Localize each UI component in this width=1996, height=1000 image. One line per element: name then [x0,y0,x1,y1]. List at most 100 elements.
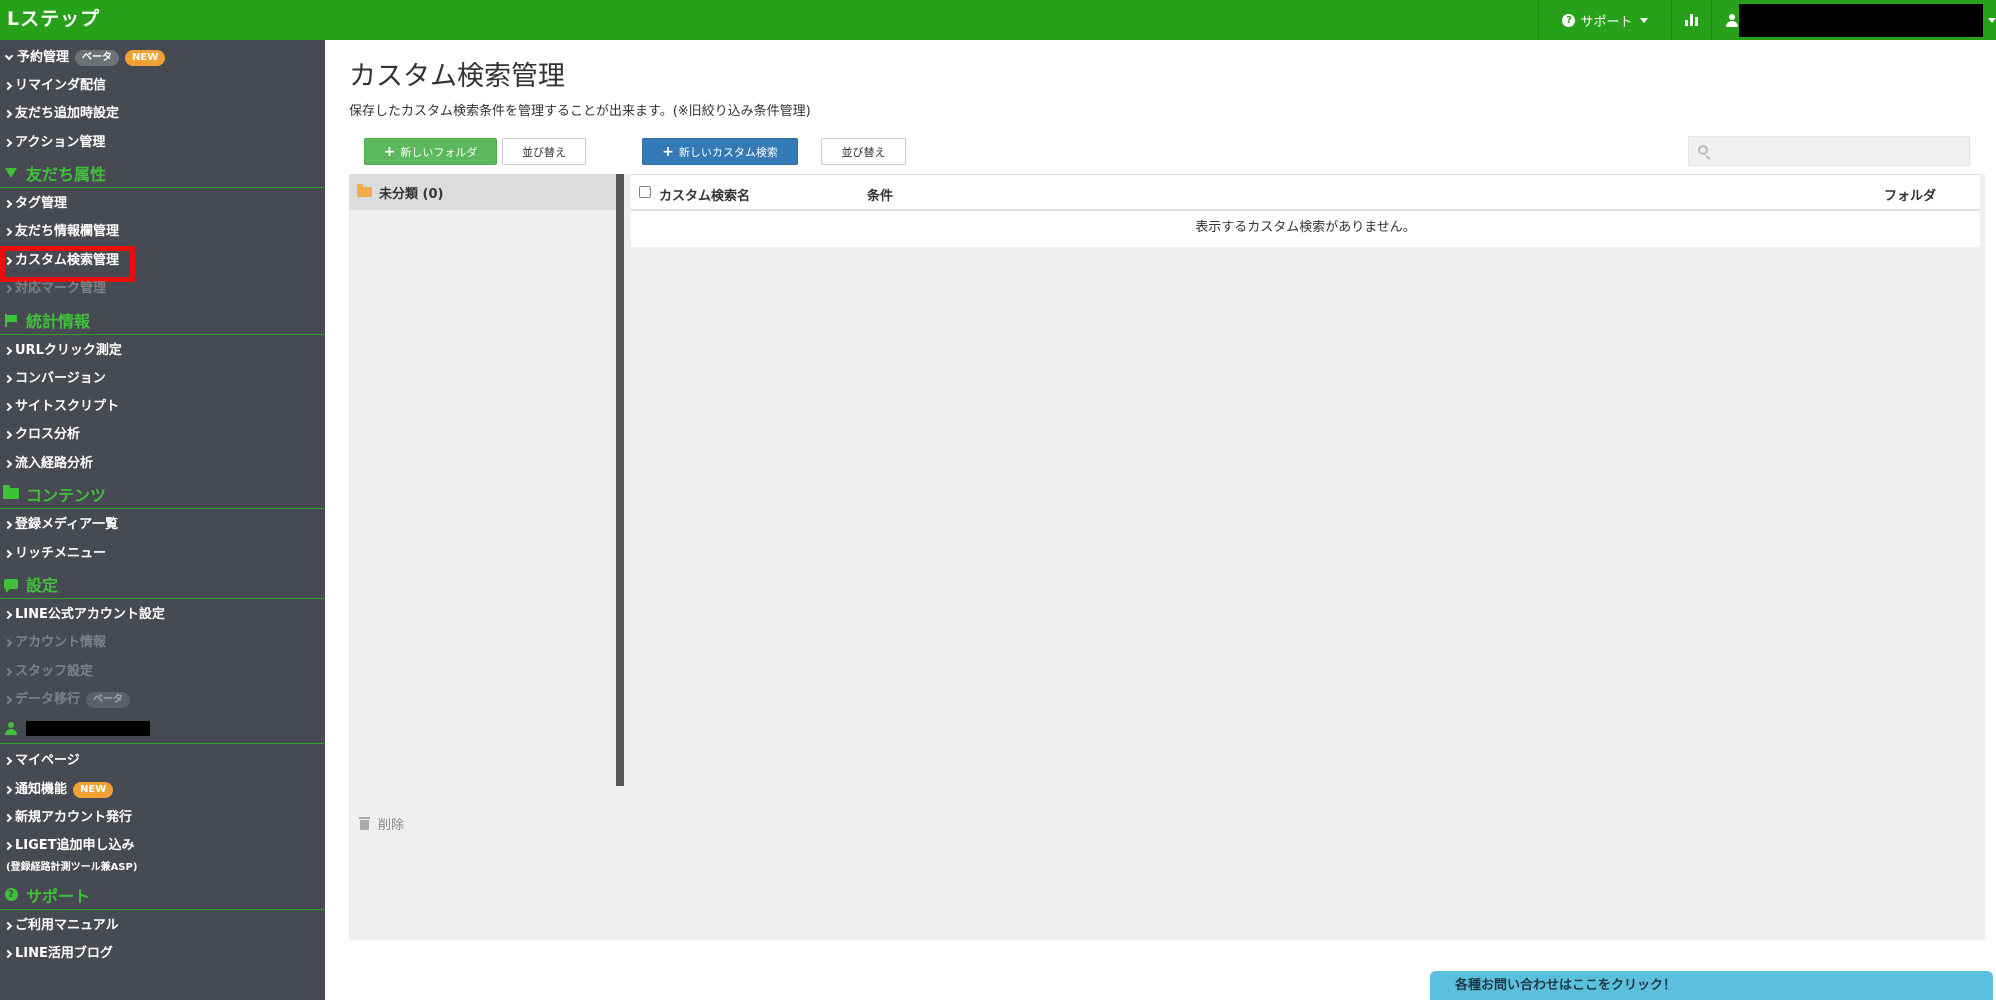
plus-icon: + [383,143,396,160]
section-settings: 設定 [0,569,325,599]
sidebar-item-label: 流入経路分析 [15,456,94,471]
sort-searches-button[interactable]: 並び替え [821,138,906,165]
sidebar-item-friend-add-settings[interactable]: 友だち追加時設定 [3,104,120,124]
question-circle-icon: ? [4,888,18,901]
sidebar-item-liget[interactable]: LIGET追加申し込み [3,836,135,856]
section-support: ? サポート [0,880,325,910]
sidebar-item-label: カスタム検索管理 [15,253,120,268]
sidebar-item-label: LINE公式アカウント設定 [15,607,165,622]
sidebar-item-label: アクション管理 [15,135,106,150]
select-all-checkbox[interactable] [639,186,651,198]
redacted-account-name [1739,3,1983,37]
sidebar-item-action[interactable]: アクション管理 [3,133,106,153]
plus-icon: + [662,143,674,160]
support-menu[interactable]: ? サポート [1538,0,1671,40]
sidebar-item-reminder[interactable]: リマインダ配信 [3,76,107,96]
flag-icon [5,313,17,327]
section-title: 友だち属性 [26,164,107,184]
section-contents: コンテンツ [0,479,325,509]
sidebar-item-line-account[interactable]: LINE公式アカウント設定 [3,605,165,625]
contact-tab[interactable]: 各種お問い合わせはここをクリック！ [1430,971,1993,1000]
sidebar-item-manual[interactable]: ご利用マニュアル [3,916,119,936]
liget-note: (登録経路計測ツール兼ASP) [6,862,138,873]
section-friend-attributes: 友だち属性 [0,158,325,188]
chevron-right-icon [3,841,13,851]
button-label: 新しいカスタム検索 [678,145,778,159]
search-box [1688,136,1970,166]
new-folder-button[interactable]: + 新しいフォルダ [364,138,497,165]
sidebar-item-cross-analysis[interactable]: クロス分析 [3,425,80,445]
sidebar-item-data-migration[interactable]: データ移行 ベータ [3,690,131,710]
sidebar-item-label: スタッフ設定 [15,664,94,679]
redacted-user-name [26,721,150,736]
support-label: サポート [1580,14,1633,30]
sort-folders-button[interactable]: 並び替え [502,138,586,165]
folder-item-uncategorized[interactable]: 未分類 (0) [349,174,616,210]
table-header: カスタム検索名 条件 フォルダ [631,174,1980,211]
new-custom-search-button[interactable]: + 新しいカスタム検索 [642,138,798,165]
sidebar-item-label: マイページ [15,753,80,768]
bar-chart-icon [1685,14,1698,26]
sidebar-item-new-account[interactable]: 新規アカウント発行 [3,808,133,828]
button-label: 新しいフォルダ [400,145,478,159]
user-menu[interactable] [1711,0,1996,40]
sidebar-item-label: URLクリック測定 [15,343,122,358]
beta-badge: ベータ [75,50,120,66]
beta-badge: ベータ [86,692,131,708]
sidebar-item-staff[interactable]: スタッフ設定 [3,662,94,682]
section-title: 設定 [26,575,59,595]
sidebar-item-label: アカウント情報 [15,635,107,650]
sidebar-item-label: リマインダ配信 [15,78,107,93]
sidebar-item-blog[interactable]: LINE活用ブログ [3,944,113,964]
search-input[interactable] [1689,137,1969,165]
column-header-name: カスタム検索名 [659,189,751,204]
chevron-right-icon [3,227,13,237]
column-header-folder: フォルダ [1883,189,1936,204]
chevron-right-icon [3,756,13,766]
sidebar-item-response-mark[interactable]: 対応マーク管理 [3,279,107,299]
sidebar-item-mypage[interactable]: マイページ [3,751,80,771]
chevron-right-icon [3,284,13,294]
delete-button[interactable]: 削除 [359,814,404,833]
folder-label: 未分類 (0) [379,186,444,202]
sidebar-item-rich-menu[interactable]: リッチメニュー [3,544,106,564]
stats-button[interactable] [1671,0,1711,40]
user-icon [5,722,17,735]
custom-search-table: カスタム検索名 条件 フォルダ 表示するカスタム検索がありません。 [631,174,1980,247]
chevron-right-icon [3,638,13,648]
sidebar-item-inflow-analysis[interactable]: 流入経路分析 [3,454,94,474]
sidebar-item-account-info[interactable]: アカウント情報 [3,633,107,653]
sidebar: 予約管理 ベータ NEW リマインダ配信 友だち追加時設定 アクション管理 友だ… [0,40,325,1000]
sidebar-item-media[interactable]: 登録メディア一覧 [3,515,118,535]
caret-down-icon [1988,17,1996,23]
sidebar-item-friend-info[interactable]: 友だち情報欄管理 [3,222,120,242]
chevron-right-icon [3,785,13,795]
sidebar-item-label: 新規アカウント発行 [15,810,133,825]
sidebar-item-reservation[interactable]: 予約管理 ベータ NEW [4,48,166,68]
chevron-right-icon [3,256,13,266]
sidebar-item-label: 友だち情報欄管理 [15,224,120,239]
sidebar-item-custom-search[interactable]: カスタム検索管理 [3,251,120,271]
sidebar-item-notifications[interactable]: 通知機能 NEW [3,780,114,800]
content-panel: 未分類 (0) カスタム検索名 条件 フォルダ 表示するカスタム検索がありません… [349,174,1985,940]
sidebar-item-conversion[interactable]: コンバージョン [3,369,106,389]
sidebar-item-site-script[interactable]: サイトスクリプト [3,397,120,417]
sidebar-item-label: コンバージョン [15,371,106,386]
search-icon [1698,145,1708,155]
top-right-menu: ? サポート [1538,0,1996,40]
sidebar-item-tags[interactable]: タグ管理 [3,194,67,214]
sidebar-item-label: 友だち追加時設定 [15,106,120,121]
caret-down-icon [1639,17,1648,23]
sidebar-item-url-click[interactable]: URLクリック測定 [3,341,122,361]
sidebar-item-label: サイトスクリプト [15,399,120,414]
chevron-right-icon [3,109,13,119]
sidebar-item-label: 対応マーク管理 [15,281,107,296]
chevron-right-icon [3,402,13,412]
sidebar-item-label: 予約管理 [17,50,70,65]
section-title: 統計情報 [26,311,91,331]
panel-divider[interactable] [616,174,624,786]
app-logo[interactable]: Lステップ [7,4,100,34]
chevron-right-icon [3,813,13,823]
page-title: カスタム検索管理 [349,61,565,92]
question-circle-icon: ? [1562,13,1576,27]
